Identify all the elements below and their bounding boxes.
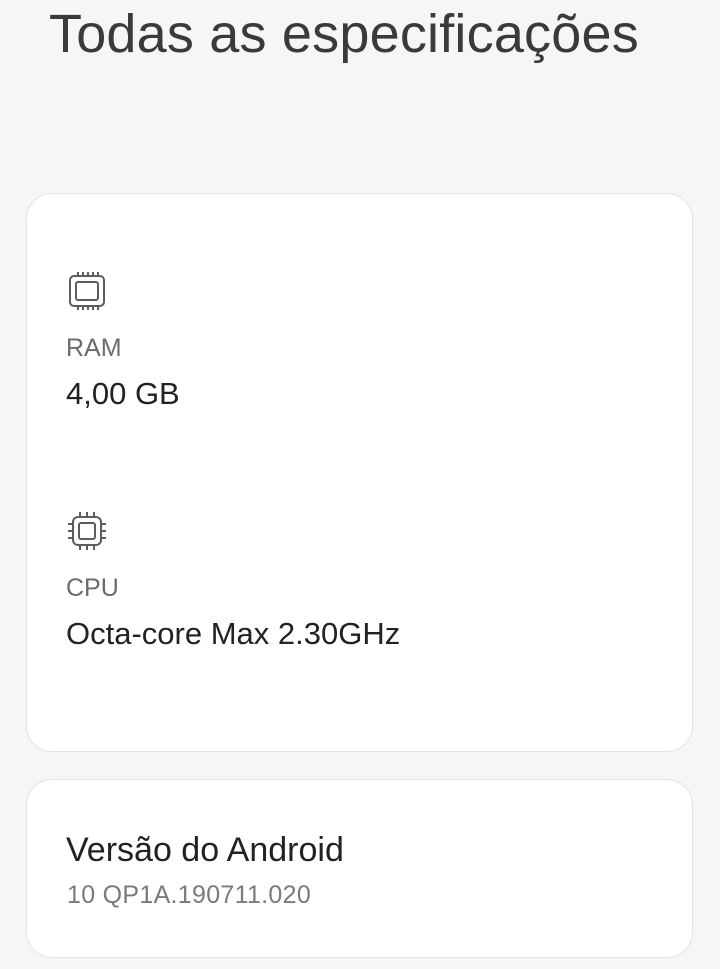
android-version-card[interactable]: Versão do Android 10 QP1A.190711.020 bbox=[26, 779, 693, 958]
spec-label-ram: RAM bbox=[66, 334, 122, 362]
processor-icon bbox=[66, 510, 108, 552]
spec-value-ram: 4,00 GB bbox=[66, 376, 180, 411]
memory-chip-icon bbox=[66, 270, 108, 312]
hardware-specs-card: RAM 4,00 GB CPU Octa-core Max 2.30GHz bbox=[26, 193, 693, 752]
spec-value-cpu: Octa-core Max 2.30GHz bbox=[66, 616, 401, 651]
page-title: Todas as especificações bbox=[49, 4, 639, 64]
android-version-label: Versão do Android bbox=[66, 831, 344, 869]
spec-label-cpu: CPU bbox=[66, 574, 119, 602]
android-version-value: 10 QP1A.190711.020 bbox=[67, 881, 312, 909]
